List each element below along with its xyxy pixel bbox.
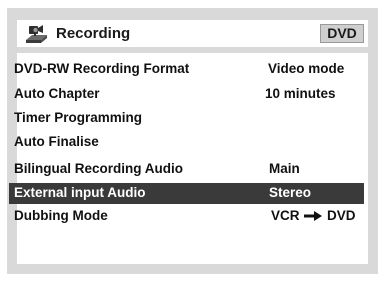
menu-item-label: DVD-RW Recording Format: [14, 61, 190, 76]
menu-item-external-input-audio[interactable]: External input Audio Stereo: [9, 183, 364, 204]
menu-item-label: Dubbing Mode: [14, 208, 108, 223]
menu-item-value: Main: [269, 161, 300, 176]
menu-item-bilingual-audio[interactable]: Bilingual Recording Audio Main: [9, 159, 364, 180]
menu-item-label: Timer Programming: [14, 110, 143, 125]
dubbing-destination: DVD: [327, 208, 356, 223]
right-arrow-icon: [304, 211, 323, 222]
menu-item-timer-programming[interactable]: Timer Programming: [9, 108, 364, 129]
menu-item-value: VCR DVD: [271, 208, 356, 223]
menu-item-label: Bilingual Recording Audio: [14, 161, 183, 176]
page-title: Recording: [56, 25, 131, 42]
menu-header: Recording DVD: [17, 20, 368, 47]
menu-item-auto-chapter[interactable]: Auto Chapter 10 minutes: [9, 84, 364, 105]
recorder-icon: [26, 25, 47, 43]
menu-item-value: 10 minutes: [265, 86, 336, 101]
menu-item-dubbing-mode[interactable]: Dubbing Mode VCR DVD: [9, 206, 364, 227]
disc-type-badge: DVD: [320, 24, 364, 43]
menu-item-label: Auto Finalise: [14, 134, 99, 149]
menu-item-value: Video mode: [268, 61, 345, 76]
menu-item-recording-format[interactable]: DVD-RW Recording Format Video mode: [9, 59, 364, 80]
menu-item-label: Auto Chapter: [14, 86, 100, 101]
menu-item-value: Stereo: [269, 185, 312, 200]
dubbing-source: VCR: [271, 208, 300, 223]
menu-item-auto-finalise[interactable]: Auto Finalise: [9, 132, 364, 153]
menu-item-label: External input Audio: [14, 185, 146, 200]
